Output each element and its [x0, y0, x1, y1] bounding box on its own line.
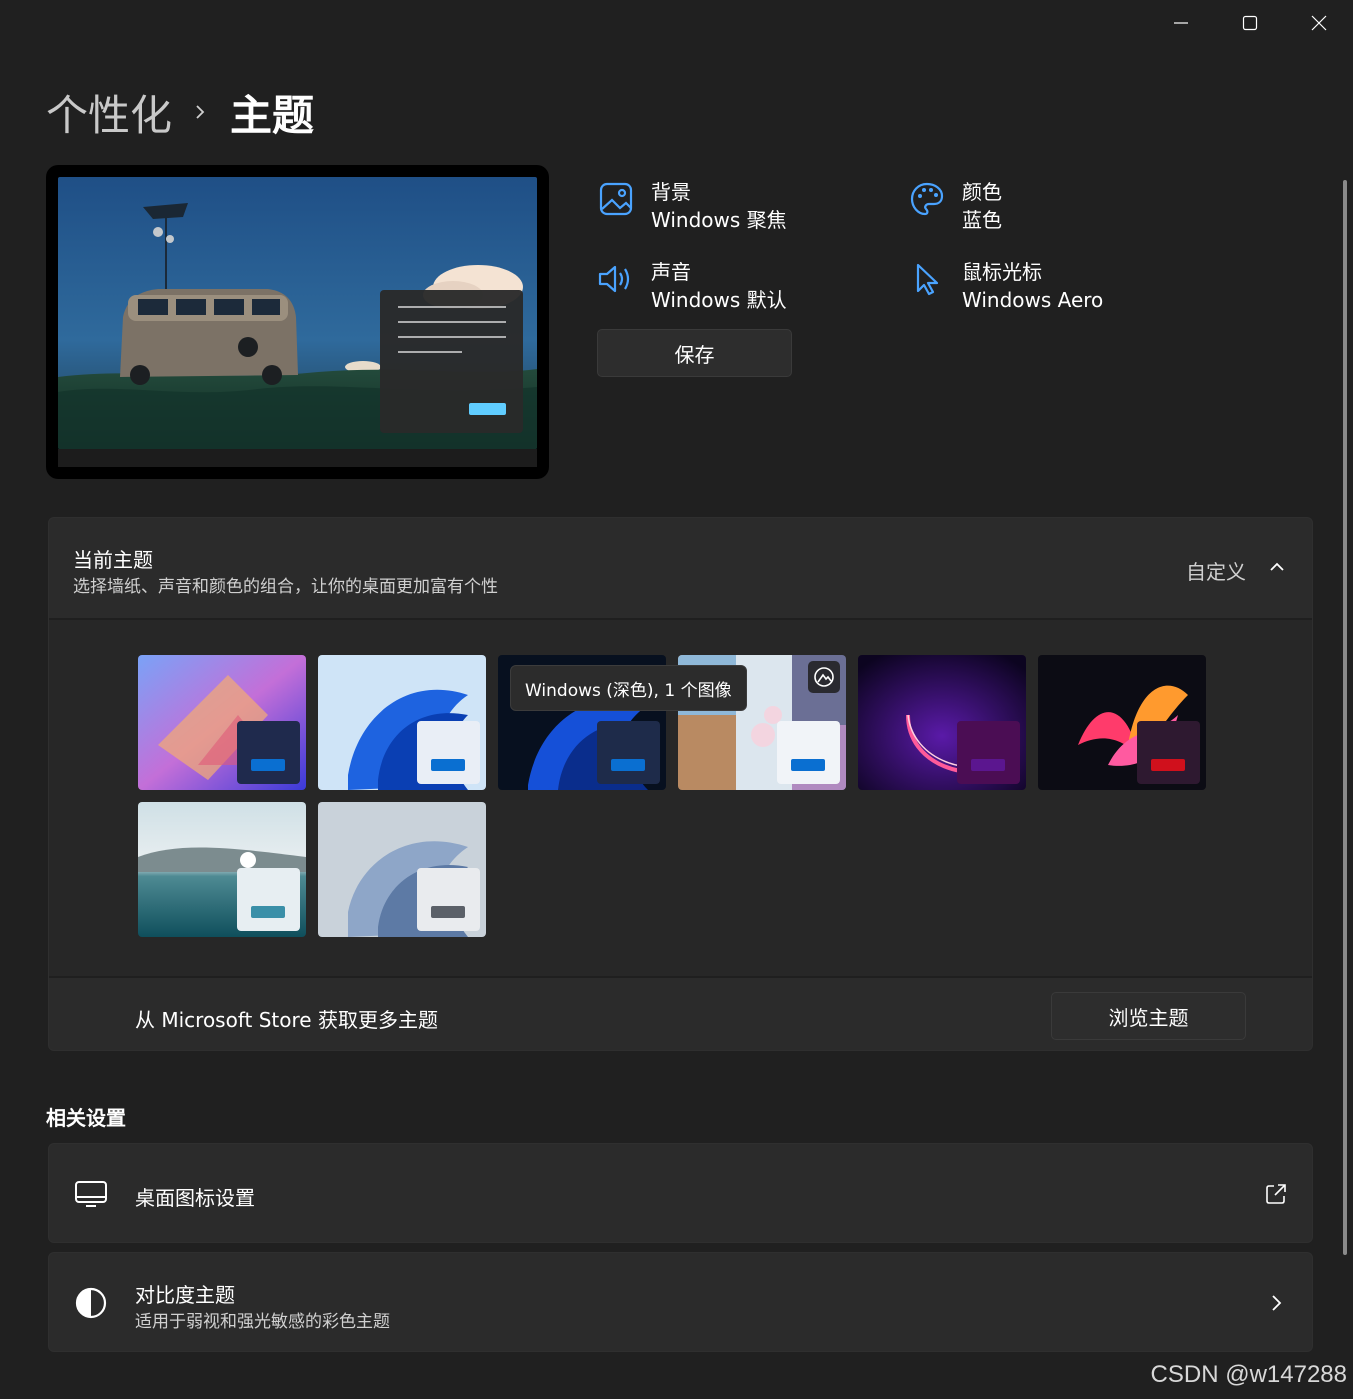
color-value: 蓝色 — [962, 208, 1002, 232]
tile-preview-window — [1137, 721, 1200, 784]
pointer-icon — [908, 260, 946, 298]
theme-tile-glow[interactable] — [138, 655, 306, 790]
preview-wallpaper — [58, 177, 537, 449]
contrast-subtitle: 适用于弱视和强光敏感的彩色主题 — [135, 1312, 390, 1332]
store-row: 从 Microsoft Store 获取更多主题 浏览主题 — [49, 976, 1312, 1052]
current-theme-title: 当前主题 — [73, 548, 153, 572]
chevron-up-icon[interactable] — [1268, 558, 1286, 580]
theme-tile-sunrise[interactable] — [138, 802, 306, 937]
background-setting[interactable]: 背景 Windows 聚焦 — [597, 178, 787, 234]
store-text: 从 Microsoft Store 获取更多主题 — [135, 1008, 438, 1032]
tile-preview-window — [237, 721, 300, 784]
theme-tooltip: Windows (深色), 1 个图像 — [510, 665, 747, 711]
browse-themes-button[interactable]: 浏览主题 — [1051, 992, 1246, 1040]
close-icon — [1311, 15, 1326, 31]
color-label: 颜色 — [962, 180, 1002, 204]
spotlight-badge-icon — [808, 661, 840, 693]
cursor-label: 鼠标光标 — [962, 260, 1042, 284]
save-button[interactable]: 保存 — [597, 329, 792, 377]
desktop-icons-settings-row[interactable]: 桌面图标设置 — [48, 1143, 1313, 1243]
external-link-icon — [1262, 1180, 1290, 1208]
settings-window: 个性化 主题 背景 Windows 聚焦 颜色 蓝色 声音 Windows 默认… — [0, 0, 1353, 1399]
theme-tile-captured-motion[interactable] — [858, 655, 1026, 790]
desktop-icons-title: 桌面图标设置 — [135, 1186, 255, 1210]
scrollbar[interactable] — [1343, 180, 1347, 1255]
cursor-value: Windows Aero — [962, 288, 1104, 312]
minimize-icon — [1173, 22, 1188, 24]
palette-icon — [908, 180, 946, 218]
sound-value: Windows 默认 — [651, 288, 787, 312]
close-button[interactable] — [1284, 0, 1353, 46]
preview-taskbar — [58, 449, 537, 467]
background-label: 背景 — [651, 180, 691, 204]
contrast-icon — [73, 1285, 109, 1321]
maximize-button[interactable] — [1215, 0, 1284, 46]
speaker-icon — [597, 260, 635, 298]
maximize-icon — [1242, 15, 1257, 31]
tile-preview-window — [417, 721, 480, 784]
image-icon — [597, 180, 635, 218]
current-theme-subtitle: 选择墙纸、声音和颜色的组合，让你的桌面更加富有个性 — [73, 577, 498, 597]
theme-tile-light[interactable] — [318, 655, 486, 790]
page-title: 主题 — [230, 90, 315, 140]
sound-setting[interactable]: 声音 Windows 默认 — [597, 258, 787, 314]
customize-label: 自定义 — [1186, 560, 1246, 584]
minimize-button[interactable] — [1146, 0, 1215, 46]
monitor-icon — [73, 1176, 109, 1212]
sound-label: 声音 — [651, 260, 691, 284]
current-theme-header[interactable]: 当前主题 选择墙纸、声音和颜色的组合，让你的桌面更加富有个性 自定义 — [49, 518, 1312, 620]
tile-preview-window — [417, 868, 480, 931]
theme-tile-flow[interactable] — [1038, 655, 1206, 790]
chevron-right-icon — [194, 103, 206, 121]
theme-preview — [46, 165, 549, 479]
contrast-themes-row[interactable]: 对比度主题 适用于弱视和强光敏感的彩色主题 — [48, 1252, 1313, 1352]
tile-preview-window — [597, 721, 660, 784]
breadcrumb-parent[interactable]: 个性化 — [46, 82, 172, 143]
chevron-right-icon — [1262, 1289, 1290, 1317]
cursor-setting[interactable]: 鼠标光标 Windows Aero — [908, 258, 1103, 314]
tile-preview-window — [957, 721, 1020, 784]
tile-preview-window — [237, 868, 300, 931]
current-theme-card: 当前主题 选择墙纸、声音和颜色的组合，让你的桌面更加富有个性 自定义 从 Mic… — [48, 517, 1313, 1051]
background-value: Windows 聚焦 — [651, 208, 787, 232]
related-settings-title: 相关设置 — [46, 1106, 126, 1130]
color-setting[interactable]: 颜色 蓝色 — [908, 178, 1002, 234]
caption-buttons — [1146, 0, 1353, 46]
theme-tile-bloom-gray[interactable] — [318, 802, 486, 937]
watermark: CSDN @w147288 — [1150, 1361, 1347, 1388]
contrast-title: 对比度主题 — [135, 1283, 235, 1307]
tile-preview-window — [777, 721, 840, 784]
breadcrumb: 个性化 主题 — [46, 82, 314, 142]
